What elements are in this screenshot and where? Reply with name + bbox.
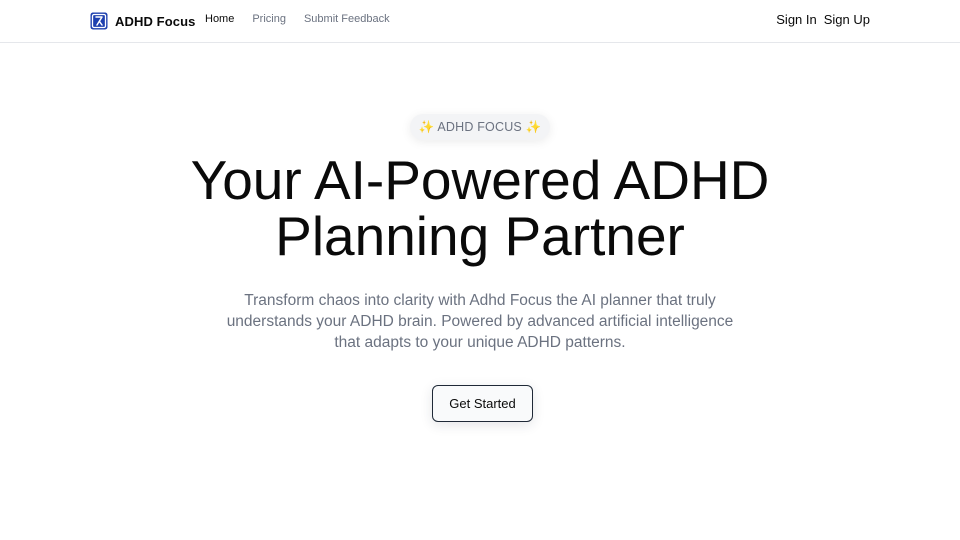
brand-home-link[interactable]: ADHD Focus (90, 11, 195, 31)
brand-name: ADHD Focus (115, 13, 196, 29)
auth-links: Sign In Sign Up (776, 12, 870, 27)
top-navbar: ADHD Focus Home Pricing Submit Feedback … (0, 0, 960, 43)
hero-badge: ✨ ADHD FOCUS ✨ (410, 114, 550, 140)
brand-logo-icon (90, 12, 108, 30)
hero-subtitle-line-1: Transform chaos into clarity with Adhd F… (244, 292, 716, 309)
hero-subtitle: Transform chaos into clarity with Adhd F… (0, 290, 960, 353)
hero-title-line-2: Planning Partner (275, 205, 685, 267)
hero-subtitle-line-2: understands your ADHD brain. Powered by … (226, 313, 734, 330)
nav-link-home[interactable]: Home (205, 13, 234, 25)
hero-title: Your AI-Powered ADHD Planning Partner (0, 152, 960, 264)
sign-in-link[interactable]: Sign In (776, 12, 816, 27)
sign-up-link[interactable]: Sign Up (824, 12, 870, 27)
main-nav: Home Pricing Submit Feedback (205, 13, 390, 25)
get-started-button[interactable]: Get Started (432, 385, 533, 422)
hero-subtitle-line-3: that adapts to your unique ADHD patterns… (334, 334, 626, 351)
hero-title-line-1: Your AI-Powered ADHD (190, 149, 770, 211)
nav-link-pricing[interactable]: Pricing (252, 13, 286, 25)
nav-link-submit-feedback[interactable]: Submit Feedback (304, 13, 390, 25)
